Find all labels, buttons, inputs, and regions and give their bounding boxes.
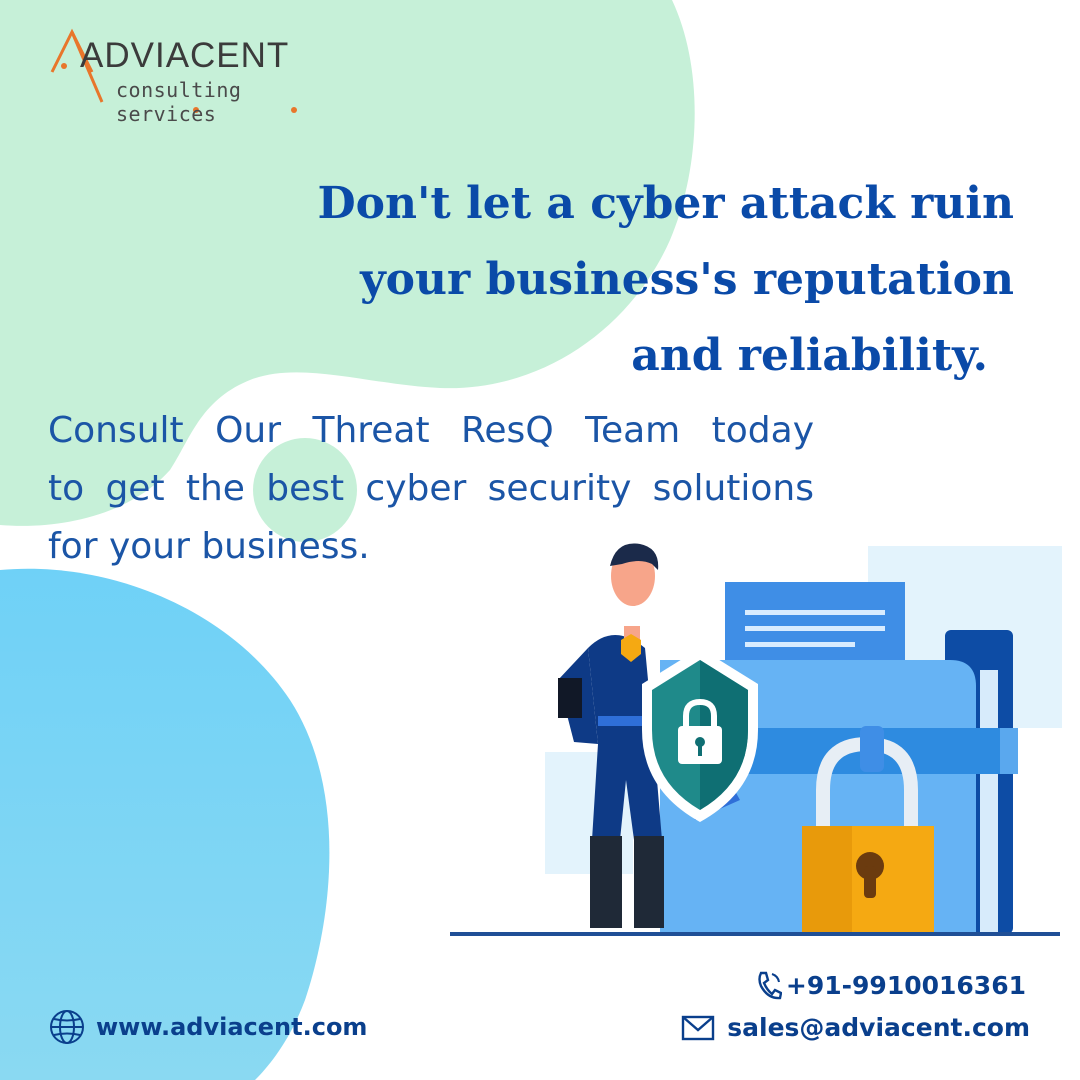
email-text[interactable]: sales@adviacent.com [727, 1013, 1030, 1042]
ground-line [450, 932, 1060, 936]
phone-icon [758, 971, 782, 1000]
headline-line-3: and reliability. [631, 330, 988, 381]
mail-icon [682, 1015, 715, 1040]
logo-wordmark: ADVIACENT [80, 36, 290, 75]
logo-tagline: consulting services [116, 78, 242, 126]
body-line-2: to get the best cyber security solutions [48, 468, 814, 509]
globe-icon [50, 1010, 84, 1044]
phone-text[interactable]: +91-9910016361 [786, 971, 1026, 1000]
flyer: ADVIACENT consulting services Don't let … [0, 0, 1080, 1080]
phone-contact[interactable]: +91-9910016361 [756, 970, 1026, 1000]
body-line-1: Consult Our Threat ResQ Team today [48, 410, 814, 451]
website-text[interactable]: www.adviacent.com [96, 1013, 367, 1041]
email-contact[interactable]: sales@adviacent.com [681, 1013, 1030, 1042]
headline-line-2: your business's reputation [360, 254, 1014, 305]
headline-line-1: Don't let a cyber attack ruin [317, 178, 1014, 229]
website-contact[interactable]: www.adviacent.com [48, 1008, 367, 1046]
brand-logo: ADVIACENT consulting services [48, 26, 348, 126]
cyber-security-illustration [450, 543, 1062, 936]
headline: Don't let a cyber attack ruin your busin… [254, 166, 1014, 394]
